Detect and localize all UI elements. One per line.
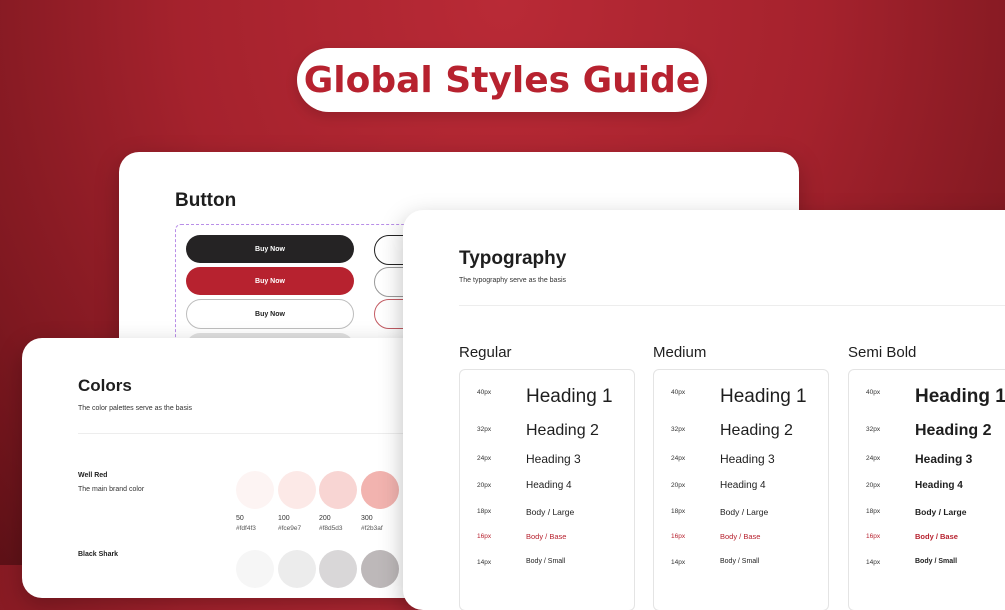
type-size-label: 18px <box>477 508 492 515</box>
type-sample: Body / Large <box>915 507 967 517</box>
column-heading-semibold: Semi Bold <box>848 344 917 361</box>
typography-card: Typography The typography serve as the b… <box>403 210 1005 610</box>
buy-now-button-dark[interactable]: Buy Now <box>186 235 354 263</box>
type-size-label: 20px <box>866 482 881 489</box>
button-card-title: Button <box>175 190 237 211</box>
swatch-number: 50 <box>236 515 244 522</box>
color-group-name: Black Shark <box>78 551 119 558</box>
color-swatch[interactable] <box>236 550 274 588</box>
column-heading-regular: Regular <box>459 344 512 361</box>
type-size-label: 18px <box>671 508 686 515</box>
type-sample: Heading 2 <box>915 422 992 439</box>
color-swatch[interactable] <box>236 471 274 509</box>
type-size-label: 32px <box>866 426 881 433</box>
colors-card-subtitle: The color palettes serve as the basis <box>78 405 193 412</box>
type-size-label: 32px <box>671 426 686 433</box>
color-group-desc: The main brand color <box>78 486 145 493</box>
color-group-name: Well Red <box>78 472 108 479</box>
type-size-label: 18px <box>866 508 881 515</box>
type-scale-regular: 40px Heading 1 32px Heading 2 24px Heading 3 2… <box>459 369 635 610</box>
buy-now-button-outline[interactable]: Buy Now <box>186 299 354 329</box>
swatch-number: 200 <box>319 515 331 522</box>
type-sample: Heading 2 <box>720 422 793 439</box>
type-size-label: 16px <box>477 533 492 540</box>
type-size-label: 24px <box>866 455 881 462</box>
swatch-number: 300 <box>361 515 373 522</box>
type-size-label: 40px <box>477 389 492 396</box>
colors-card: Colors The color palettes serve as the b… <box>22 338 442 598</box>
type-size-label: 20px <box>477 482 492 489</box>
color-swatch[interactable] <box>278 550 316 588</box>
type-sample: Heading 1 <box>526 386 613 407</box>
type-size-label: 24px <box>477 455 492 462</box>
type-sample: Body / Base <box>526 532 567 541</box>
type-sample: Heading 1 <box>915 386 1005 407</box>
type-sample: Heading 3 <box>526 452 581 466</box>
typography-card-title: Typography <box>459 248 567 269</box>
type-sample: Heading 4 <box>720 480 766 491</box>
type-size-label: 20px <box>671 482 686 489</box>
type-sample: Heading 3 <box>915 452 973 466</box>
swatch-hex: #f8d5d3 <box>319 525 343 532</box>
page-title-pill: Global Styles Guide <box>297 48 707 112</box>
buy-now-button-red[interactable]: Buy Now <box>186 267 354 295</box>
column-heading-medium: Medium <box>653 344 707 361</box>
type-sample: Heading 4 <box>915 480 963 491</box>
type-sample: Body / Small <box>720 558 760 565</box>
type-sample: Body / Base <box>915 532 958 541</box>
type-sample: Body / Large <box>720 507 769 517</box>
type-size-label: 40px <box>671 389 686 396</box>
swatch-hex: #fce9e7 <box>278 525 302 532</box>
page-title: Global Styles Guide <box>303 59 701 101</box>
type-sample: Heading 1 <box>720 386 807 407</box>
type-size-label: 16px <box>866 533 881 540</box>
swatch-number: 100 <box>278 515 290 522</box>
color-swatch[interactable] <box>361 471 399 509</box>
swatch-hex: #f2b3af <box>361 525 383 532</box>
type-sample: Body / Small <box>526 558 566 565</box>
type-sample: Heading 2 <box>526 422 599 439</box>
type-scale-medium: 40px Heading 1 32px Heading 2 24px Heading 3 2… <box>653 369 829 610</box>
type-sample: Body / Large <box>526 507 575 517</box>
color-swatch[interactable] <box>361 550 399 588</box>
type-scale-semibold: 40px Heading 1 32px Heading 2 24px Heading 3 2… <box>848 369 1005 610</box>
colors-divider <box>78 433 442 434</box>
color-swatch[interactable] <box>319 550 357 588</box>
type-size-label: 40px <box>866 389 881 396</box>
color-swatch[interactable] <box>278 471 316 509</box>
type-sample: Body / Base <box>720 532 761 541</box>
colors-card-title: Colors <box>78 376 132 395</box>
type-sample: Heading 3 <box>720 452 775 466</box>
type-sample: Body / Small <box>915 558 958 565</box>
swatch-hex: #fdf4f3 <box>236 525 256 532</box>
type-size-label: 24px <box>671 455 686 462</box>
type-size-label: 32px <box>477 426 492 433</box>
type-sample: Heading 4 <box>526 480 572 491</box>
color-swatch[interactable] <box>319 471 357 509</box>
typography-card-subtitle: The typography serve as the basis <box>459 277 567 284</box>
typography-divider <box>459 305 1005 306</box>
type-size-label: 16px <box>671 533 686 540</box>
